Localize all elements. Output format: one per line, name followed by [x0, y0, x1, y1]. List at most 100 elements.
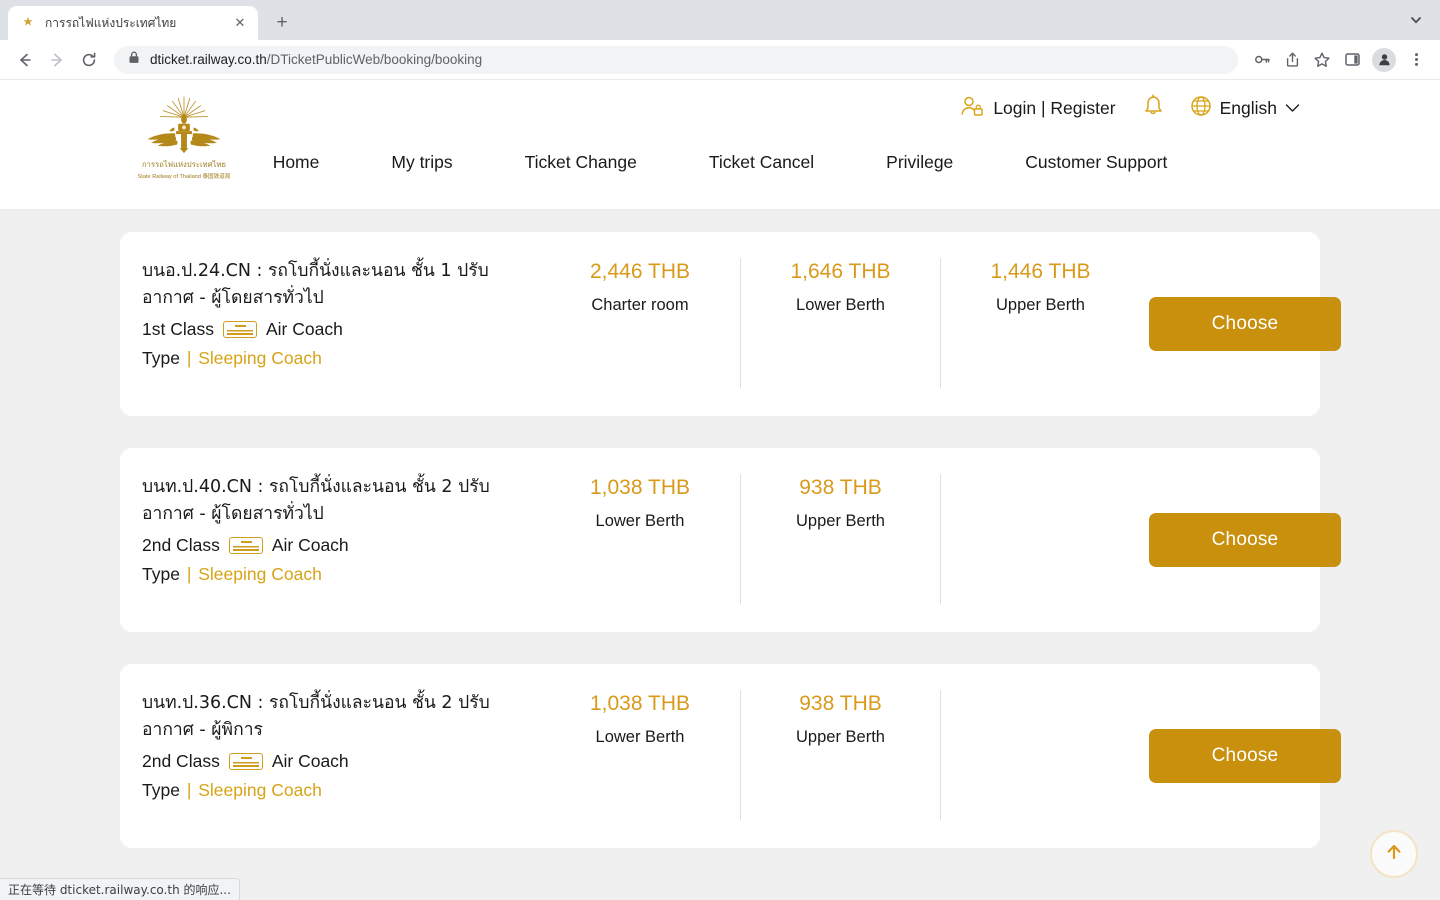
type-separator: |: [186, 780, 192, 801]
share-icon[interactable]: [1278, 46, 1306, 74]
chevron-down-icon: [1285, 100, 1300, 118]
coach-type-value: Sleeping Coach: [198, 348, 322, 369]
login-register-label: Login | Register: [993, 98, 1116, 118]
card-action: Choose: [1140, 474, 1350, 606]
coach-type-value: Sleeping Coach: [198, 780, 322, 801]
new-tab-button[interactable]: +: [268, 9, 296, 37]
forward-icon[interactable]: [42, 45, 72, 75]
choose-button[interactable]: Choose: [1149, 729, 1341, 783]
url-path: /DTicketPublicWeb/booking/booking: [266, 52, 483, 67]
coach-class-label: 1st Class: [142, 319, 214, 340]
coach-card: บนท.ป.36.CN : รถโบกี้นั่งและนอน ชั้น 2 ป…: [120, 664, 1341, 848]
nav-item-home[interactable]: Home: [237, 146, 356, 179]
fare-label: Lower Berth: [595, 728, 685, 747]
login-register-button[interactable]: Login | Register: [960, 95, 1116, 122]
fare-price: 2,446 THB: [589, 260, 690, 283]
page-viewport: การรถไฟแห่งประเทศไทย State Railway of Th…: [0, 80, 1440, 900]
globe-icon: [1190, 95, 1212, 122]
star-icon[interactable]: [1308, 46, 1336, 74]
coach-type-row: Type | Sleeping Coach: [142, 564, 540, 585]
fare-columns: 1,038 THB Lower Berth 938 THB Upper Bert…: [540, 690, 1140, 822]
choose-button[interactable]: Choose: [1149, 513, 1341, 567]
coach-amenity-label: Air Coach: [271, 535, 349, 556]
type-label: Type: [142, 780, 180, 801]
coach-card: บนท.ป.40.CN : รถโบกี้นั่งและนอน ชั้น 2 ป…: [120, 448, 1341, 632]
site-header: การรถไฟแห่งประเทศไทย State Railway of Th…: [0, 80, 1440, 210]
coach-card: บนอ.ป.24.CN : รถโบกี้นั่งและนอน ชั้น 1 ป…: [120, 232, 1341, 416]
type-label: Type: [142, 564, 180, 585]
status-bar: 正在等待 dticket.railway.co.th 的响应...: [0, 878, 240, 900]
profile-icon[interactable]: [1372, 47, 1396, 72]
coach-class-label: 2nd Class: [142, 535, 220, 556]
nav-item-my-trips[interactable]: My trips: [355, 146, 488, 179]
browser-toolbar: dticket.railway.co.th/DTicketPublicWeb/b…: [0, 40, 1440, 80]
fare-label: Upper Berth: [796, 728, 885, 747]
nav-item-privilege[interactable]: Privilege: [850, 146, 989, 179]
fare-price: 1,038 THB: [589, 692, 690, 715]
fare-option[interactable]: 938 THB Upper Berth: [740, 690, 940, 820]
coach-amenity-label: Air Coach: [271, 751, 349, 772]
tab-title: การรถไฟแห่งประเทศไทย: [45, 15, 177, 30]
url-domain: dticket.railway.co.th: [150, 52, 267, 67]
fare-label: Upper Berth: [996, 296, 1085, 315]
fare-price: 1,646 THB: [790, 260, 891, 283]
sidepanel-icon[interactable]: [1338, 46, 1366, 74]
menu-icon[interactable]: [1402, 46, 1430, 74]
key-icon[interactable]: [1248, 46, 1276, 74]
fare-price: 938 THB: [799, 476, 882, 499]
header-utility-bar: Login | Register English: [960, 94, 1300, 123]
coach-type-value: Sleeping Coach: [198, 564, 322, 585]
fare-option[interactable]: 938 THB Upper Berth: [740, 474, 940, 604]
fare-option-empty: [940, 690, 1140, 820]
language-selector[interactable]: English: [1190, 95, 1300, 122]
air-conditioner-icon: [222, 321, 257, 339]
reload-icon[interactable]: [74, 45, 104, 75]
address-bar[interactable]: dticket.railway.co.th/DTicketPublicWeb/b…: [114, 45, 1238, 74]
language-label: English: [1219, 98, 1277, 118]
coach-title: บนท.ป.40.CN : รถโบกี้นั่งและนอน ชั้น 2 ป…: [142, 477, 490, 524]
browser-window: การรถไฟแห่งประเทศไทย ✕ + dticket.railway…: [0, 0, 1440, 900]
air-conditioner-icon: [228, 753, 263, 771]
tab-strip: การรถไฟแห่งประเทศไทย ✕ +: [0, 0, 1440, 40]
coach-info: บนท.ป.36.CN : รถโบกี้นั่งและนอน ชั้น 2 ป…: [120, 690, 540, 822]
coach-type-row: Type | Sleeping Coach: [142, 348, 540, 369]
coach-title: บนอ.ป.24.CN : รถโบกี้นั่งและนอน ชั้น 1 ป…: [142, 261, 489, 308]
fare-label: Lower Berth: [595, 512, 685, 531]
nav-item-customer-support[interactable]: Customer Support: [989, 146, 1203, 179]
fare-option[interactable]: 2,446 THB Charter room: [540, 258, 740, 388]
nav-item-ticket-change[interactable]: Ticket Change: [489, 146, 673, 179]
fare-price: 1,038 THB: [589, 476, 690, 499]
back-icon[interactable]: [10, 45, 40, 75]
coach-type-row: Type | Sleeping Coach: [142, 780, 540, 801]
notifications-button[interactable]: [1142, 94, 1164, 123]
fare-price: 1,446 THB: [990, 260, 1091, 283]
fare-label: Lower Berth: [796, 296, 885, 315]
type-label: Type: [142, 348, 180, 369]
arrow-up-icon: [1383, 841, 1405, 868]
fare-option[interactable]: 1,038 THB Lower Berth: [540, 474, 740, 604]
fare-option[interactable]: 1,646 THB Lower Berth: [740, 258, 940, 388]
url-text: dticket.railway.co.th/DTicketPublicWeb/b…: [150, 52, 482, 67]
card-action: Choose: [1140, 690, 1350, 822]
coach-class-row: 2nd Class Air Coach: [142, 751, 540, 772]
chevron-down-icon[interactable]: [1402, 7, 1430, 33]
choose-button[interactable]: Choose: [1149, 297, 1341, 351]
type-separator: |: [186, 348, 192, 369]
fare-option[interactable]: 1,038 THB Lower Berth: [540, 690, 740, 820]
main-navigation: Home My trips Ticket Change Ticket Cance…: [0, 146, 1440, 179]
fare-label: Charter room: [591, 296, 689, 315]
scroll-to-top-button[interactable]: [1370, 830, 1418, 878]
nav-item-ticket-cancel[interactable]: Ticket Cancel: [673, 146, 850, 179]
coach-title: บนท.ป.36.CN : รถโบกี้นั่งและนอน ชั้น 2 ป…: [142, 693, 490, 740]
coach-results-list: บนอ.ป.24.CN : รถโบกี้นั่งและนอน ชั้น 1 ป…: [0, 210, 1440, 848]
user-lock-icon: [960, 95, 984, 122]
fare-option[interactable]: 1,446 THB Upper Berth: [940, 258, 1140, 388]
browser-tab[interactable]: การรถไฟแห่งประเทศไทย ✕: [8, 6, 258, 40]
lock-icon: [128, 51, 140, 69]
railway-logo-icon: [20, 15, 36, 31]
fare-columns: 1,038 THB Lower Berth 938 THB Upper Bert…: [540, 474, 1140, 606]
air-conditioner-icon: [228, 537, 263, 555]
fare-columns: 2,446 THB Charter room 1,646 THB Lower B…: [540, 258, 1140, 390]
coach-class-row: 2nd Class Air Coach: [142, 535, 540, 556]
close-icon[interactable]: ✕: [230, 13, 250, 33]
